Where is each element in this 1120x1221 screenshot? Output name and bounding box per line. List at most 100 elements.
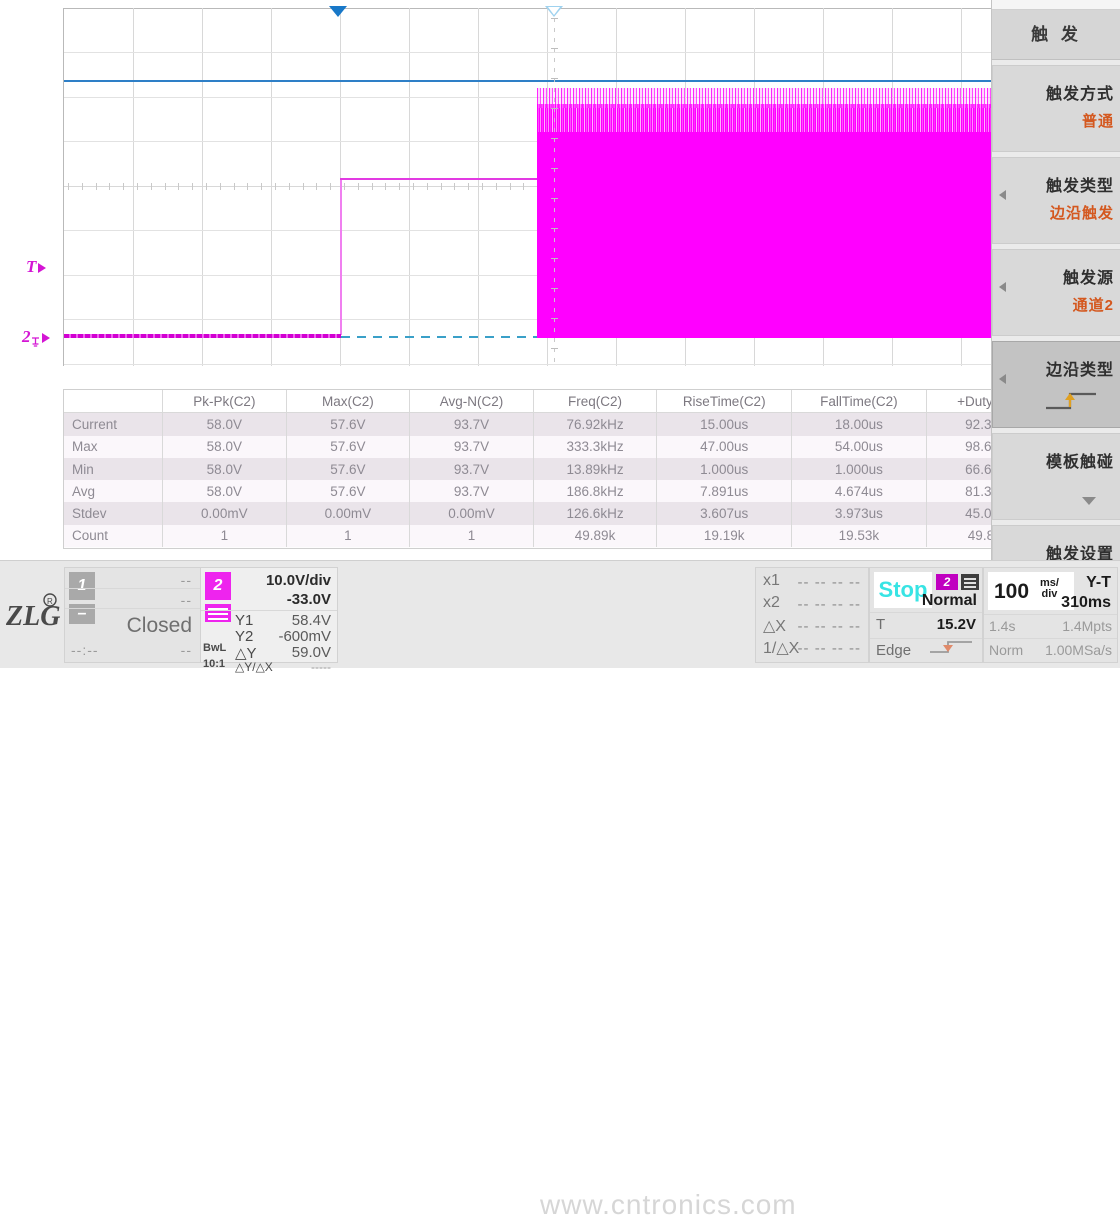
gridline-v xyxy=(478,8,479,366)
waveform-plot[interactable] xyxy=(63,8,1001,366)
cell: 0.00mV xyxy=(163,502,287,524)
chevron-left-icon xyxy=(999,374,1006,384)
cursor-dy-value: 59.0V xyxy=(292,644,331,661)
cell: 76.92kHz xyxy=(533,413,657,436)
menu-item-trigger-source[interactable]: 触发源 通道2 xyxy=(992,249,1120,336)
gridline-h xyxy=(64,52,1001,53)
row-label: Count xyxy=(64,525,163,547)
trigger-level-label: T xyxy=(26,257,36,276)
channel2-badge[interactable]: 2 xyxy=(205,572,231,600)
channel1-panel[interactable]: 1 – -- -- Closed --:-- -- xyxy=(64,567,201,663)
col-header: FallTime(C2) xyxy=(792,390,927,413)
col-header xyxy=(64,390,163,413)
row-label: Avg xyxy=(64,480,163,502)
menu-item-edge-type[interactable]: 边沿类型 xyxy=(992,341,1120,428)
sample-rate: 1.00MSa/s xyxy=(1045,642,1112,658)
channel1-badge[interactable]: 1 xyxy=(69,572,95,600)
channel2-scale: 10.0V/div xyxy=(266,572,331,589)
cell: 49.89k xyxy=(533,525,657,547)
channel1-state-badge[interactable]: – xyxy=(69,604,95,624)
display-mode: Y-T xyxy=(1086,574,1111,592)
trigger-source-badge: 2 xyxy=(936,574,958,590)
menu-item-label: 模板触碰 xyxy=(1046,448,1114,472)
timebase-offset: 310ms xyxy=(1061,594,1111,612)
trigger-level-marker[interactable]: T xyxy=(26,257,46,277)
trigger-type: Edge xyxy=(876,642,911,659)
cell: 4.674us xyxy=(792,480,927,502)
ch2-burst-peaks xyxy=(537,104,1001,132)
divider xyxy=(984,638,1117,639)
menu-item-template-touch[interactable]: 模板触碰 xyxy=(992,433,1120,520)
svg-text:R: R xyxy=(47,597,53,606)
cursor-y1-value: 58.4V xyxy=(292,612,331,629)
waveform-screen: T 2 Pk-Pk(C2) Max(C2) Avg-N(C2) Freq(C2)… xyxy=(0,0,1120,560)
reference-trace-blue xyxy=(64,80,1001,82)
cell: 19.19k xyxy=(657,525,792,547)
delay-position-marker[interactable] xyxy=(545,6,563,17)
channel2-panel[interactable]: 2 10.0V/div -33.0V Y1 58.4V Y2 -600mV △Y… xyxy=(200,567,338,663)
channel2-marker-label: 2 xyxy=(22,327,31,346)
col-header: Pk-Pk(C2) xyxy=(163,390,287,413)
cell: 1.000us xyxy=(792,458,927,480)
cell: 0.00mV xyxy=(286,502,410,524)
panel-top-gap xyxy=(992,0,1120,10)
rising-edge-icon xyxy=(928,638,976,656)
cursor-invdx-value: -- -- -- -- xyxy=(798,640,861,657)
col-header: RiseTime(C2) xyxy=(657,390,792,413)
gridline-h xyxy=(64,364,1001,365)
table-row[interactable]: Count 1 1 1 49.89k 19.19k 19.53k 49.89k xyxy=(64,525,1002,547)
menu-item-label: 触发方式 xyxy=(1046,80,1114,104)
cursor-slope-label: △Y/△X xyxy=(235,660,273,674)
timebase-panel[interactable]: 100 ms/ div Y-T 310ms 1.4s 1.4Mpts Norm … xyxy=(983,567,1118,663)
cell: 18.00us xyxy=(792,413,927,436)
table-row[interactable]: Avg 58.0V 57.6V 93.7V 186.8kHz 7.891us 4… xyxy=(64,480,1002,502)
cell: 57.6V xyxy=(286,458,410,480)
trigger-level-value: 15.2V xyxy=(937,616,976,633)
ch2-level-trace xyxy=(340,178,537,180)
trigger-panel-title: 触 发 xyxy=(992,10,1120,60)
cell: 1 xyxy=(163,525,287,547)
channel2-bandwidth-limit: BwL xyxy=(203,642,226,654)
cell: 58.0V xyxy=(163,436,287,458)
cursor-x2-label: x2 xyxy=(763,594,780,612)
table-row[interactable]: Min 58.0V 57.6V 93.7V 13.89kHz 1.000us 1… xyxy=(64,458,1002,480)
menu-item-trigger-mode[interactable]: 触发方式 普通 xyxy=(992,65,1120,152)
menu-item-trigger-type[interactable]: 触发类型 边沿触发 xyxy=(992,157,1120,244)
trigger-status-panel[interactable]: Stop 2 Normal T 15.2V Edge xyxy=(869,567,983,663)
cell: 333.3kHz xyxy=(533,436,657,458)
row-label: Max xyxy=(64,436,163,458)
table-row[interactable]: Stdev 0.00mV 0.00mV 0.00mV 126.6kHz 3.60… xyxy=(64,502,1002,524)
acquisition-mode: Norm xyxy=(989,642,1023,658)
rising-edge-icon xyxy=(1040,388,1102,414)
menu-item-value: 边沿触发 xyxy=(1050,202,1114,223)
gridline-v xyxy=(271,8,272,366)
trigger-level-label: T xyxy=(876,616,885,633)
cursor-y2-value: -600mV xyxy=(278,628,331,645)
menu-item-label: 触发类型 xyxy=(1046,172,1114,196)
trigger-position-marker[interactable] xyxy=(329,6,347,17)
table-row[interactable]: Max 58.0V 57.6V 93.7V 333.3kHz 47.00us 5… xyxy=(64,436,1002,458)
measurement-table[interactable]: Pk-Pk(C2) Max(C2) Avg-N(C2) Freq(C2) Ris… xyxy=(63,389,1002,549)
divider xyxy=(65,588,200,589)
oscilloscope-screen: T 2 Pk-Pk(C2) Max(C2) Avg-N(C2) Freq(C2)… xyxy=(0,0,1120,667)
delay-cursor-line[interactable] xyxy=(554,8,555,366)
cell: 93.7V xyxy=(410,436,534,458)
chevron-left-icon xyxy=(999,282,1006,292)
cell: 47.00us xyxy=(657,436,792,458)
channel1-line1: -- xyxy=(181,572,192,588)
cursor-readout-panel[interactable]: x1 -- -- -- -- x2 -- -- -- -- △X -- -- -… xyxy=(755,567,869,663)
arrow-right-icon xyxy=(38,263,46,273)
row-label: Stdev xyxy=(64,502,163,524)
table-row[interactable]: Current 58.0V 57.6V 93.7V 76.92kHz 15.00… xyxy=(64,413,1002,436)
cursor-x1-label: x1 xyxy=(763,572,780,590)
channel2-ground-marker[interactable]: 2 xyxy=(22,327,50,347)
timebase-value: 100 xyxy=(994,580,1029,604)
cell: 3.607us xyxy=(657,502,792,524)
row-label: Current xyxy=(64,413,163,436)
status-bar: ZLG R 1 – -- -- Closed --:-- -- 2 10.0V/… xyxy=(0,560,1120,668)
zlg-logo: ZLG R xyxy=(4,591,60,635)
cell: 126.6kHz xyxy=(533,502,657,524)
trigger-menu-panel[interactable]: 触 发 触发方式 普通 触发类型 边沿触发 触发源 通道2 边沿类型 xyxy=(991,0,1120,560)
chevron-left-icon xyxy=(999,190,1006,200)
cell: 186.8kHz xyxy=(533,480,657,502)
